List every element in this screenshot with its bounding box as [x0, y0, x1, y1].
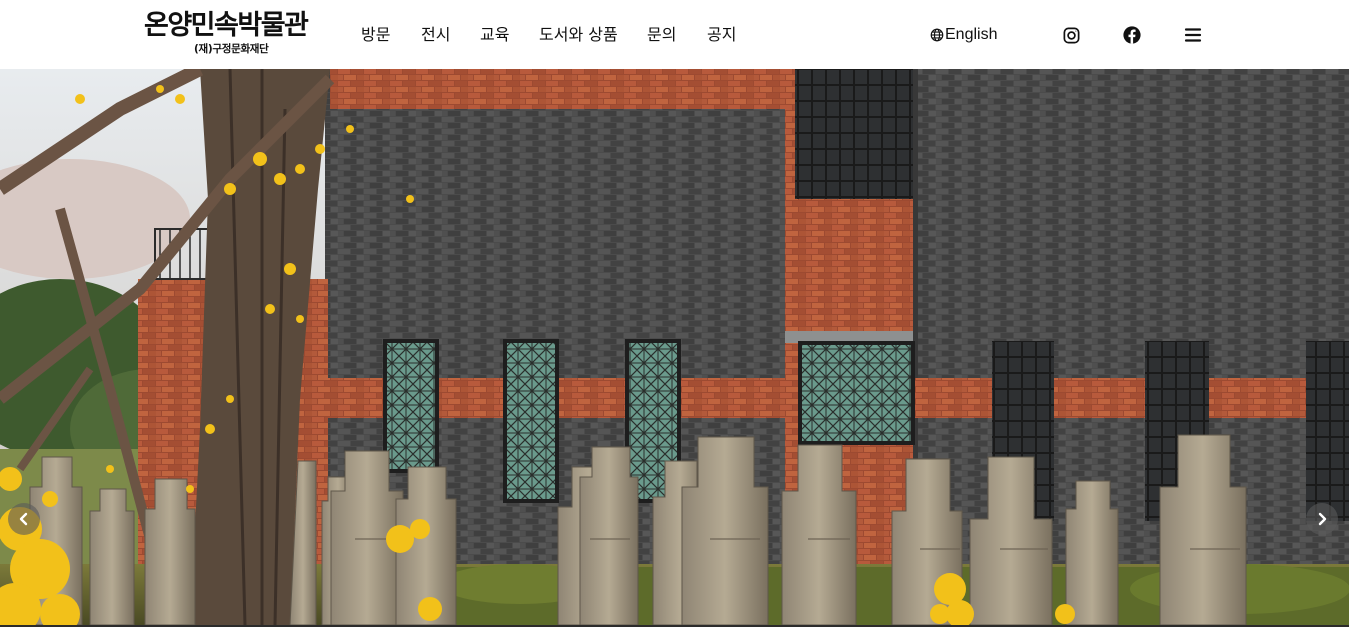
nav-item-books-goods[interactable]: 도서와 상품	[539, 23, 618, 47]
site-logo[interactable]: 온양민속박물관 (재)구정문화재단	[144, 10, 328, 58]
nav-item-notice[interactable]: 공지	[707, 23, 736, 47]
nav-item-exhibition[interactable]: 전시	[421, 23, 450, 47]
nav-item-visit[interactable]: 방문	[361, 23, 390, 47]
nav-item-inquiry[interactable]: 문의	[647, 23, 676, 47]
globe-icon	[930, 28, 944, 42]
hero-image	[0, 69, 1349, 625]
slider-next-button[interactable]	[1306, 503, 1338, 535]
chevron-left-icon	[19, 512, 28, 526]
language-switch[interactable]: English	[930, 23, 997, 47]
instagram-link[interactable]	[1060, 24, 1082, 46]
chevron-right-icon	[1318, 512, 1327, 526]
logo-subtitle: (재)구정문화재단	[194, 43, 269, 55]
hero-slider	[0, 69, 1349, 625]
site-header: 온양민속박물관 (재)구정문화재단 방문 전시 교육 도서와 상품 문의 공지 …	[0, 0, 1349, 69]
instagram-icon	[1063, 27, 1079, 43]
facebook-icon	[1123, 26, 1141, 44]
menu-icon	[1184, 28, 1202, 42]
facebook-link[interactable]	[1121, 24, 1143, 46]
nav-item-education[interactable]: 교육	[480, 23, 509, 47]
language-label: English	[945, 26, 998, 43]
logo-title: 온양민속박물관	[144, 10, 309, 41]
menu-button[interactable]	[1182, 24, 1204, 46]
slider-prev-button[interactable]	[8, 503, 40, 535]
